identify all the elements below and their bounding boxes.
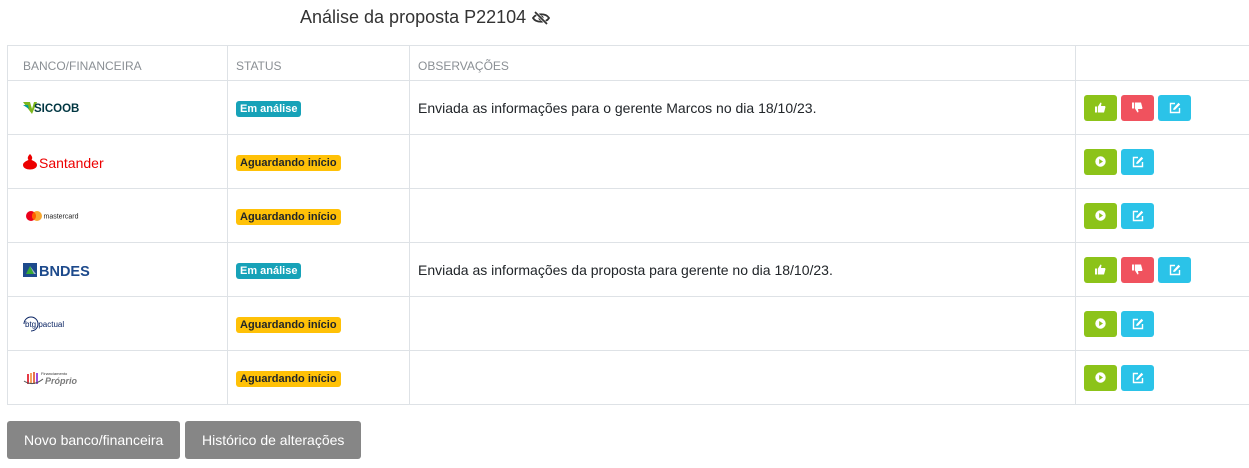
thumbs-up-icon (1095, 102, 1106, 113)
observation-cell (409, 296, 1076, 351)
banks-table: BANCO/FINANCEIRA STATUS OBSERVAÇÕES SICO… (7, 45, 1249, 405)
actions-cell (1075, 134, 1249, 189)
edit-icon (1132, 156, 1143, 167)
start-button[interactable] (1084, 310, 1117, 337)
observation-cell: Enviada as informações da proposta para … (409, 242, 1076, 297)
btg-pactual-logo-text: btg pactual (25, 320, 64, 329)
observation-cell (409, 350, 1076, 405)
financiamento-proprio-logo: Financiamento Próprio (23, 369, 219, 387)
page-title: Análise da proposta P22104 (300, 7, 527, 27)
approve-button[interactable] (1084, 256, 1117, 283)
bndes-logo-text: BNDES (39, 264, 90, 278)
start-button[interactable] (1084, 148, 1117, 175)
proprio-logo-text: Próprio (45, 376, 78, 386)
bank-cell: BNDES (7, 242, 228, 297)
header-status: STATUS (227, 45, 410, 81)
status-cell: Aguardando início (227, 350, 410, 405)
edit-icon (1132, 210, 1143, 221)
edit-button[interactable] (1121, 202, 1154, 229)
start-button[interactable] (1084, 364, 1117, 391)
observation-cell (409, 134, 1076, 189)
sicoob-logo-text: SICOOB (34, 103, 79, 115)
mastercard-logo-text: mastercard (44, 213, 79, 220)
edit-icon (1132, 318, 1143, 329)
status-cell: Aguardando início (227, 296, 410, 351)
header-bank: BANCO/FINANCEIRA (7, 45, 228, 81)
bank-cell: SICOOB (7, 80, 228, 135)
actions-cell (1075, 188, 1249, 243)
bank-cell: Financiamento Próprio (7, 350, 228, 405)
header-actions (1075, 45, 1249, 81)
edit-button[interactable] (1158, 94, 1191, 121)
status-cell: Em análise (227, 242, 410, 297)
table-row: btg pactual Aguardando início (7, 296, 1249, 351)
santander-logo-text: Santander (39, 155, 104, 170)
status-badge: Em análise (236, 100, 302, 117)
play-circle-icon (1095, 372, 1106, 383)
status-badge: Aguardando início (236, 208, 341, 225)
actions-cell (1075, 350, 1249, 405)
thumbs-down-icon (1132, 264, 1143, 275)
play-circle-icon (1095, 156, 1106, 167)
edit-button[interactable] (1158, 256, 1191, 283)
table-row: SICOOB Em análise Enviada as informações… (7, 80, 1249, 135)
status-badge: Aguardando início (236, 154, 341, 171)
header-observations: OBSERVAÇÕES (409, 45, 1076, 81)
santander-logo: Santander (23, 153, 219, 170)
table-row: Financiamento Próprio Aguardando início (7, 350, 1249, 405)
actions-cell (1075, 242, 1249, 297)
play-circle-icon (1095, 318, 1106, 329)
thumbs-up-icon (1095, 264, 1106, 275)
observation-cell: Enviada as informações para o gerente Ma… (409, 80, 1076, 135)
new-bank-button[interactable]: Novo banco/financeira (7, 421, 180, 459)
thumbs-down-icon (1132, 102, 1143, 113)
play-circle-icon (1095, 210, 1106, 221)
status-cell: Aguardando início (227, 134, 410, 189)
actions-cell (1075, 296, 1249, 351)
btg-pactual-logo: btg pactual (23, 316, 219, 332)
table-header-row: BANCO/FINANCEIRA STATUS OBSERVAÇÕES (7, 45, 1249, 81)
table-row: mastercard Aguardando início (7, 188, 1249, 243)
status-badge: Em análise (236, 262, 302, 279)
page-title-container: Análise da proposta P22104 (300, 7, 551, 28)
status-cell: Em análise (227, 80, 410, 135)
edit-button[interactable] (1121, 310, 1154, 337)
history-button[interactable]: Histórico de alterações (185, 421, 361, 459)
table-row: Santander Aguardando início (7, 134, 1249, 189)
mastercard-logo: mastercard (23, 210, 219, 222)
status-cell: Aguardando início (227, 188, 410, 243)
status-badge: Aguardando início (236, 370, 341, 387)
bndes-logo: BNDES (23, 262, 219, 278)
edit-icon (1132, 372, 1143, 383)
reject-button[interactable] (1121, 256, 1154, 283)
status-badge: Aguardando início (236, 316, 341, 333)
observation-cell (409, 188, 1076, 243)
bank-cell: Santander (7, 134, 228, 189)
edit-icon (1169, 102, 1180, 113)
eye-slash-icon[interactable] (532, 10, 551, 25)
actions-cell (1075, 80, 1249, 135)
table-row: BNDES Em análise Enviada as informações … (7, 242, 1249, 297)
bank-cell: btg pactual (7, 296, 228, 351)
sicoob-logo: SICOOB (23, 101, 219, 115)
start-button[interactable] (1084, 202, 1117, 229)
approve-button[interactable] (1084, 94, 1117, 121)
edit-icon (1169, 264, 1180, 275)
reject-button[interactable] (1121, 94, 1154, 121)
bank-cell: mastercard (7, 188, 228, 243)
edit-button[interactable] (1121, 148, 1154, 175)
edit-button[interactable] (1121, 364, 1154, 391)
